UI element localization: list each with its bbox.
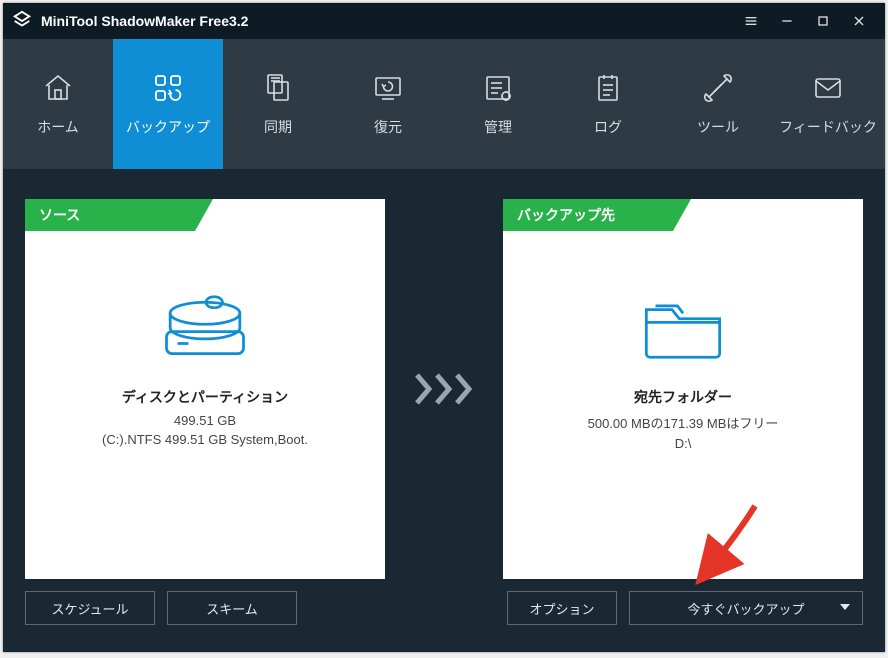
- backup-now-button[interactable]: 今すぐバックアップ: [629, 591, 863, 625]
- menu-icon[interactable]: [733, 3, 769, 39]
- source-tag-label: ソース: [39, 205, 80, 225]
- source-buttons: スケジュール スキーム: [25, 591, 385, 625]
- button-label: スケジュール: [51, 599, 128, 618]
- source-size: 499.51 GB: [174, 413, 236, 428]
- home-icon: [41, 71, 75, 105]
- destination-buttons: オプション 今すぐバックアップ: [503, 591, 863, 625]
- maximize-button[interactable]: [805, 3, 841, 39]
- button-label: 今すぐバックアップ: [687, 599, 804, 618]
- options-button[interactable]: オプション: [507, 591, 617, 625]
- sync-icon: [261, 71, 295, 105]
- main-nav: ホーム バックアップ 同期 復元 管理: [3, 39, 885, 169]
- feedback-icon: [811, 71, 845, 105]
- nav-label: ホーム: [37, 117, 79, 137]
- destination-tag-label: バックアップ先: [517, 205, 615, 225]
- nav-restore[interactable]: 復元: [333, 39, 443, 169]
- titlebar: MiniTool ShadowMaker Free3.2: [3, 3, 885, 39]
- scheme-button[interactable]: スキーム: [167, 591, 297, 625]
- schedule-button[interactable]: スケジュール: [25, 591, 155, 625]
- nav-sync[interactable]: 同期: [223, 39, 333, 169]
- restore-icon: [371, 71, 405, 105]
- nav-log[interactable]: ログ: [553, 39, 663, 169]
- destination-size: 500.00 MBの171.39 MBはフリー: [588, 413, 779, 432]
- app-title: MiniTool ShadowMaker Free3.2: [41, 13, 248, 29]
- content-area: ソース ディスクとパーティション 499.51 GB (C:).NTFS 499…: [3, 169, 885, 652]
- backup-icon: [151, 71, 185, 105]
- nav-label: フィードバック: [779, 117, 877, 137]
- nav-label: 管理: [484, 117, 512, 137]
- destination-tag: バックアップ先: [503, 199, 673, 231]
- destination-caption: 宛先フォルダー: [634, 387, 732, 407]
- manage-icon: [481, 71, 515, 105]
- nav-backup[interactable]: バックアップ: [113, 39, 223, 169]
- source-detail: (C:).NTFS 499.51 GB System,Boot.: [102, 432, 308, 447]
- button-label: スキーム: [206, 599, 258, 618]
- source-caption: ディスクとパーティション: [122, 387, 288, 407]
- nav-label: 復元: [374, 117, 402, 137]
- chevron-down-icon: [840, 604, 850, 610]
- app-window: MiniTool ShadowMaker Free3.2 ホーム バックアップ: [3, 3, 885, 652]
- folder-icon: [503, 277, 863, 377]
- nav-manage[interactable]: 管理: [443, 39, 553, 169]
- button-label: オプション: [529, 599, 594, 618]
- nav-tools[interactable]: ツール: [663, 39, 773, 169]
- nav-feedback[interactable]: フィードバック: [773, 39, 883, 169]
- nav-label: ツール: [697, 117, 739, 137]
- source-tag: ソース: [25, 199, 195, 231]
- minimize-button[interactable]: [769, 3, 805, 39]
- transfer-arrows-icon: [399, 199, 489, 579]
- log-icon: [591, 71, 625, 105]
- source-panel[interactable]: ソース ディスクとパーティション 499.51 GB (C:).NTFS 499…: [25, 199, 385, 579]
- nav-label: ログ: [594, 117, 622, 137]
- destination-panel[interactable]: バックアップ先 宛先フォルダー 500.00 MBの171.39 MBはフリー …: [503, 199, 863, 579]
- nav-label: バックアップ: [126, 117, 210, 137]
- tools-icon: [701, 71, 735, 105]
- disk-icon: [25, 277, 385, 377]
- app-logo-icon: [11, 10, 33, 32]
- close-button[interactable]: [841, 3, 877, 39]
- nav-home[interactable]: ホーム: [3, 39, 113, 169]
- nav-label: 同期: [264, 117, 292, 137]
- destination-detail: D:\: [675, 436, 692, 451]
